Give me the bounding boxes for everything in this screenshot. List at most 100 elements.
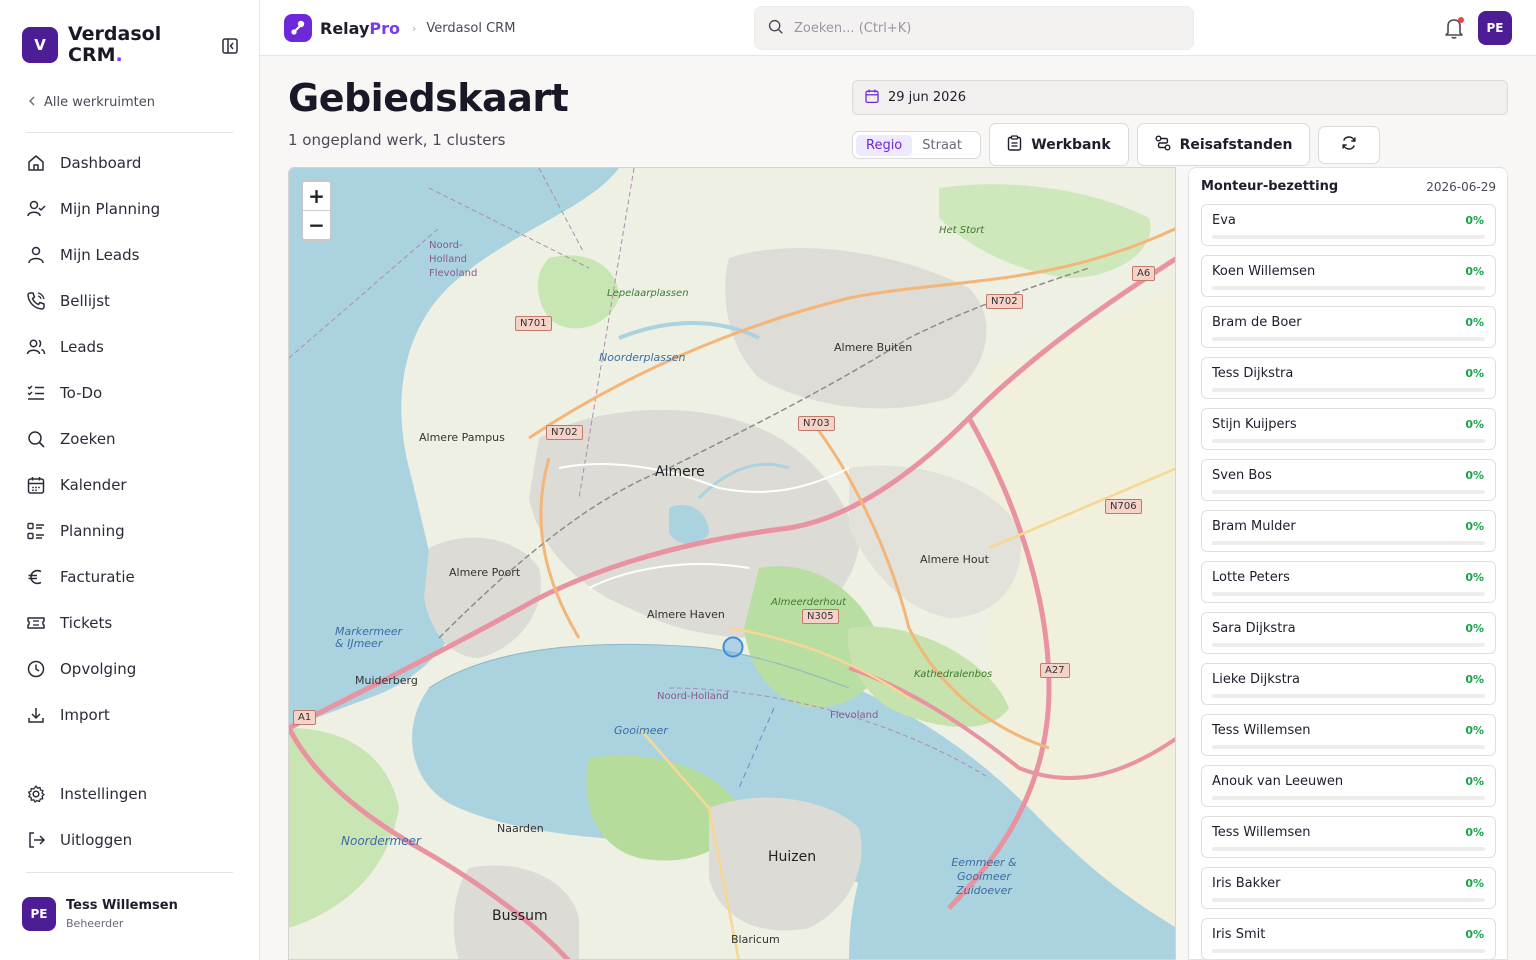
sidebar-item-mijn-planning[interactable]: Mijn Planning <box>24 186 236 232</box>
zoom-in-button[interactable]: + <box>303 182 330 210</box>
technician-row[interactable]: Bram Mulder 0% <box>1201 510 1496 552</box>
sidebar-item-leads[interactable]: Leads <box>24 324 236 370</box>
breadcrumb[interactable]: Verdasol CRM <box>426 21 515 36</box>
area-map[interactable]: + − Almere Almere Buiten Almere Pampus A… <box>288 167 1176 960</box>
sidebar-item-bellijst[interactable]: Bellijst <box>24 278 236 324</box>
technician-name: Lotte Peters <box>1212 570 1290 585</box>
travel-distances-label: Reisafstanden <box>1179 136 1293 153</box>
date-picker[interactable]: 29 jun 2026 <box>852 80 1508 115</box>
technician-row[interactable]: Iris Smit 0% <box>1201 918 1496 959</box>
technician-occupancy-percent: 0% <box>1465 928 1484 941</box>
technician-occupancy-bar <box>1212 592 1485 596</box>
sidebar-item-instellingen[interactable]: Instellingen <box>24 771 236 817</box>
back-to-workspaces-link[interactable]: Alle werkruimten <box>28 95 155 110</box>
sidebar-item-label: Bellijst <box>60 292 110 310</box>
zoom-out-button[interactable]: − <box>303 210 330 238</box>
technician-row[interactable]: Eva 0% <box>1201 204 1496 246</box>
account-avatar[interactable]: PE <box>1478 11 1512 45</box>
road-shield-n701: N701 <box>515 316 552 331</box>
logo-text-main: Relay <box>320 18 370 38</box>
users-icon <box>26 337 46 357</box>
sidebar-collapse-icon[interactable] <box>220 36 240 56</box>
technician-row[interactable]: Anouk van Leeuwen 0% <box>1201 765 1496 807</box>
technician-occupancy-bar <box>1212 388 1485 392</box>
refresh-button[interactable] <box>1318 126 1380 164</box>
map-label-almere-pampus: Almere Pampus <box>419 431 505 444</box>
technician-row[interactable]: Bram de Boer 0% <box>1201 306 1496 348</box>
technician-row[interactable]: Lotte Peters 0% <box>1201 561 1496 603</box>
technician-occupancy-bar <box>1212 439 1485 443</box>
sidebar-item-kalender[interactable]: Kalender <box>24 462 236 508</box>
technician-occupancy-percent: 0% <box>1465 520 1484 533</box>
map-cluster-marker[interactable] <box>721 635 745 659</box>
sidebar-item-label: Facturatie <box>60 568 135 586</box>
technician-row[interactable]: Sven Bos 0% <box>1201 459 1496 501</box>
technician-row[interactable]: Tess Dijkstra 0% <box>1201 357 1496 399</box>
sidebar-item-uitloggen[interactable]: Uitloggen <box>24 817 236 863</box>
download-icon <box>26 705 46 725</box>
sidebar-item-label: Mijn Planning <box>60 200 161 218</box>
technician-row[interactable]: Koen Willemsen 0% <box>1201 255 1496 297</box>
technician-name: Tess Willemsen <box>1212 723 1311 738</box>
search-input[interactable] <box>794 20 1174 36</box>
technician-row[interactable]: Iris Bakker 0% <box>1201 867 1496 909</box>
search-icon <box>767 18 784 39</box>
sidebar-item-dashboard[interactable]: Dashboard <box>24 140 236 186</box>
sidebar-item-import[interactable]: Import <box>24 692 236 738</box>
map-label-lepelaarplassen: Lepelaarplassen <box>607 288 689 299</box>
road-shield-a6: A6 <box>1132 266 1156 281</box>
technician-list: Eva 0% Koen Willemsen 0% Bram de Boer 0% Tess … <box>1201 204 1496 959</box>
route-icon <box>1155 135 1171 155</box>
sidebar-item-label: Import <box>60 706 110 724</box>
sidebar-divider <box>26 872 233 873</box>
workbench-button[interactable]: Werkbank <box>989 123 1129 166</box>
technician-row[interactable]: Stijn Kuijpers 0% <box>1201 408 1496 450</box>
map-label-markermeer: Markermeer & IJmeer <box>335 625 403 650</box>
technician-occupancy-percent: 0% <box>1465 775 1484 788</box>
map-label-noord-holland: Noord-Holland <box>657 691 729 702</box>
brand-dot: . <box>115 44 123 66</box>
map-label-almere-buiten: Almere Buiten <box>834 341 913 354</box>
sidebar-item-facturatie[interactable]: Facturatie <box>24 554 236 600</box>
technician-row[interactable]: Tess Willemsen 0% <box>1201 816 1496 858</box>
ticket-icon <box>26 613 46 633</box>
sidebar-item-mijn-leads[interactable]: Mijn Leads <box>24 232 236 278</box>
global-search[interactable] <box>754 6 1194 50</box>
notifications-bell-icon[interactable] <box>1443 16 1465 40</box>
technician-occupancy-bar <box>1212 745 1485 749</box>
technician-name: Bram de Boer <box>1212 315 1302 330</box>
sidebar-item-zoeken[interactable]: Zoeken <box>24 416 236 462</box>
view-option-straat[interactable]: Straat <box>912 135 972 156</box>
sidebar-item-label: To-Do <box>60 384 103 402</box>
travel-distances-button[interactable]: Reisafstanden <box>1137 123 1310 166</box>
technician-occupancy-bar <box>1212 694 1485 698</box>
sidebar-item-to-do[interactable]: To-Do <box>24 370 236 416</box>
technician-name: Tess Willemsen <box>1212 825 1311 840</box>
sidebar-item-label: Uitloggen <box>60 831 133 849</box>
map-label-eemmeer: Eemmeer & Gooimeer Zuidoever <box>951 856 1017 897</box>
logo-text: RelayPro <box>320 19 400 38</box>
panel-title: Monteur-bezetting <box>1201 179 1339 194</box>
panel-date: 2026-06-29 <box>1426 179 1496 194</box>
sidebar-item-tickets[interactable]: Tickets <box>24 600 236 646</box>
sidebar-item-planning[interactable]: Planning <box>24 508 236 554</box>
user-meta: Tess Willemsen Beheerder <box>66 898 178 930</box>
technician-row[interactable]: Sara Dijkstra 0% <box>1201 612 1496 654</box>
user-profile[interactable]: PE Tess Willemsen Beheerder <box>22 897 178 931</box>
technician-row[interactable]: Lieke Dijkstra 0% <box>1201 663 1496 705</box>
sidebar-item-opvolging[interactable]: Opvolging <box>24 646 236 692</box>
technician-name: Sven Bos <box>1212 468 1272 483</box>
clock-icon <box>26 659 46 679</box>
relaypro-logo-icon <box>284 14 312 42</box>
road-shield-a1: A1 <box>293 710 317 725</box>
technician-occupancy-bar <box>1212 949 1485 953</box>
brand-name: Verdasol CRM. <box>68 24 178 66</box>
view-option-regio[interactable]: Regio <box>856 134 913 156</box>
map-label-gooimeer: Gooimeer <box>614 724 668 737</box>
sidebar-item-label: Zoeken <box>60 430 116 448</box>
brand[interactable]: V Verdasol CRM. <box>22 24 178 66</box>
map-label-almeerderhout: Almeerderhout <box>771 597 847 608</box>
technician-occupancy-panel: Monteur-bezetting 2026-06-29 Eva 0% Koen W… <box>1188 167 1508 960</box>
technician-row[interactable]: Tess Willemsen 0% <box>1201 714 1496 756</box>
relaypro-logo[interactable]: RelayPro › Verdasol CRM <box>284 14 515 42</box>
